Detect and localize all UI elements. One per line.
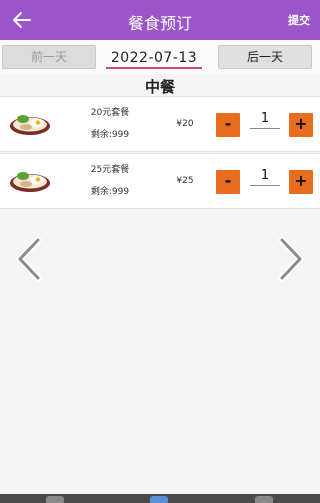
- quantity-field[interactable]: 1: [250, 109, 280, 129]
- app-bar: 餐食预订 提交: [0, 0, 320, 40]
- package-price: ¥20: [176, 119, 194, 129]
- next-day-button[interactable]: 后一天: [218, 45, 312, 69]
- nav-tab-icon[interactable]: [255, 496, 273, 503]
- nav-tab-icon[interactable]: [46, 496, 64, 503]
- chevron-right-icon[interactable]: [276, 236, 306, 282]
- package-remaining: 剩余:999: [90, 187, 130, 197]
- quantity-field[interactable]: 1: [250, 166, 280, 186]
- package-price: ¥25: [176, 176, 194, 186]
- nav-tab-icon[interactable]: [150, 496, 168, 503]
- increase-quantity-button[interactable]: +: [289, 170, 313, 194]
- dish-image: [10, 115, 50, 135]
- page-title: 餐食预订: [127, 14, 192, 33]
- previous-day-button[interactable]: 前一天: [2, 45, 96, 69]
- dish-image: [10, 172, 50, 192]
- decrease-quantity-button[interactable]: -: [216, 170, 240, 194]
- package-remaining: 剩余:999: [90, 130, 130, 140]
- meal-title: 中餐: [144, 78, 175, 96]
- date-field[interactable]: 2022-07-13: [106, 49, 202, 69]
- date-bar: 前一天 2022-07-13 后一天: [0, 40, 320, 74]
- chevron-left-icon[interactable]: [14, 236, 44, 282]
- increase-quantity-button[interactable]: +: [289, 113, 313, 137]
- package-row: 25元套餐 剩余:999 ¥25 - 1 +: [0, 153, 320, 209]
- package-row: 20元套餐 剩余:999 ¥20 - 1 +: [0, 96, 320, 152]
- submit-button[interactable]: 提交: [288, 12, 310, 28]
- package-name: 20元套餐: [90, 108, 130, 118]
- package-name: 25元套餐: [90, 165, 130, 175]
- decrease-quantity-button[interactable]: -: [216, 113, 240, 137]
